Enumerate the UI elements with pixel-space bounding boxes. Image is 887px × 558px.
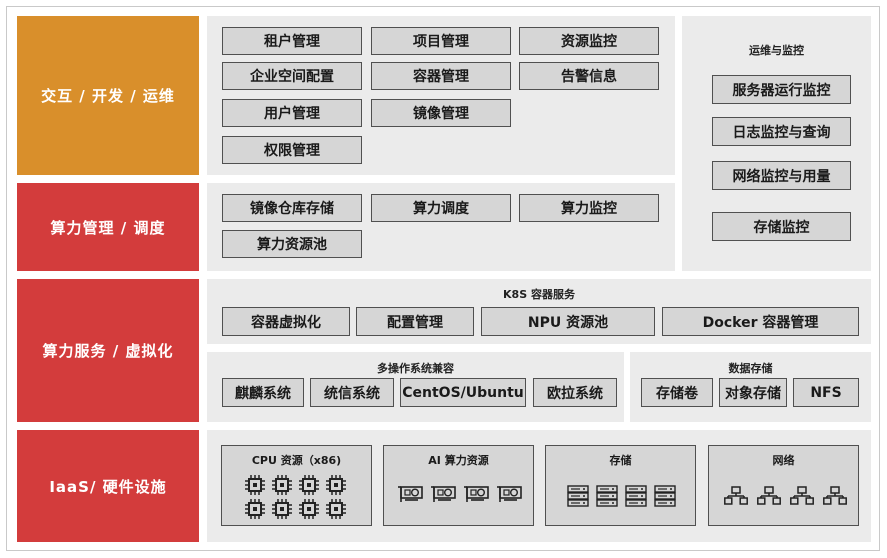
network-title: 网络: [772, 454, 795, 467]
uos-box: 统信系统: [310, 378, 394, 407]
network-card: 网络: [708, 445, 859, 526]
network-topology-icon: [823, 486, 847, 510]
cpu-resource-title: CPU 资源（x86): [251, 454, 342, 467]
centos-ubuntu-box: CentOS/Ubuntu: [400, 378, 526, 407]
project-mgmt-box: 项目管理: [371, 27, 511, 55]
alert-info-box: 告警信息: [519, 62, 659, 90]
container-virtualization-box: 容器虚拟化: [222, 307, 350, 336]
gpu-card-icon: [497, 485, 523, 507]
cpu-chip-icon: [326, 499, 346, 523]
gpu-card-icon: [464, 485, 490, 507]
config-mgmt-box: 配置管理: [356, 307, 474, 336]
k8s-title: K8S 容器服务: [503, 288, 575, 301]
storage-server-icon: [654, 485, 676, 511]
network-topology-icon: [790, 486, 814, 510]
resource-monitor-box: 资源监控: [519, 27, 659, 55]
storage-title: 存储: [609, 454, 632, 467]
user-mgmt-box: 用户管理: [222, 99, 362, 127]
kylin-os-box: 麒麟系统: [222, 378, 304, 407]
cpu-chip-icon: [272, 499, 292, 523]
layer-label-compute-service: 算力服务 / 虚拟化: [17, 279, 199, 422]
cpu-chip-icon: [245, 499, 265, 523]
storage-server-icon: [567, 485, 589, 511]
storage-server-icon: [596, 485, 618, 511]
cpu-chip-icon: [299, 475, 319, 499]
compute-monitor-box: 算力监控: [519, 194, 659, 222]
cpu-chip-icon: [326, 475, 346, 499]
workspace-config-box: 企业空间配置: [222, 62, 362, 90]
object-storage-box: 对象存储: [719, 378, 787, 407]
ai-compute-card: AI 算力资源: [383, 445, 534, 526]
ai-compute-title: AI 算力资源: [428, 454, 489, 467]
compute-pool-box: 算力资源池: [222, 230, 362, 258]
permission-mgmt-box: 权限管理: [222, 136, 362, 164]
image-mgmt-box: 镜像管理: [371, 99, 511, 127]
nfs-box: NFS: [793, 378, 859, 407]
ops-monitor-title: 运维与监控: [749, 44, 804, 57]
layer-label-compute-mgmt: 算力管理 / 调度: [17, 183, 199, 271]
gpu-card-icon: [431, 485, 457, 507]
data-storage-title: 数据存储: [728, 362, 773, 375]
network-topology-icon: [724, 486, 748, 510]
docker-mgmt-box: Docker 容器管理: [662, 307, 859, 336]
os-compat-title: 多操作系统兼容: [377, 362, 454, 375]
gpu-card-icon: [398, 485, 424, 507]
layer-label-interaction: 交互 / 开发 / 运维: [17, 16, 199, 175]
tenant-mgmt-box: 租户管理: [222, 27, 362, 55]
storage-server-icon: [625, 485, 647, 511]
network-monitor-box: 网络监控与用量: [712, 161, 851, 190]
layer-label-iaas: IaaS/ 硬件设施: [17, 430, 199, 542]
storage-card: 存储: [545, 445, 696, 526]
server-monitor-box: 服务器运行监控: [712, 75, 851, 104]
image-repo-box: 镜像仓库存储: [222, 194, 362, 222]
storage-monitor-box: 存储监控: [712, 212, 851, 241]
cpu-chip-icon: [299, 499, 319, 523]
euler-os-box: 欧拉系统: [533, 378, 617, 407]
log-monitor-box: 日志监控与查询: [712, 117, 851, 146]
cpu-chip-icon: [272, 475, 292, 499]
npu-pool-box: NPU 资源池: [481, 307, 655, 336]
cpu-chip-icon: [245, 475, 265, 499]
network-topology-icon: [757, 486, 781, 510]
compute-schedule-box: 算力调度: [371, 194, 511, 222]
storage-volume-box: 存储卷: [641, 378, 713, 407]
cpu-resource-card: CPU 资源（x86): [221, 445, 372, 526]
container-mgmt-box: 容器管理: [371, 62, 511, 90]
